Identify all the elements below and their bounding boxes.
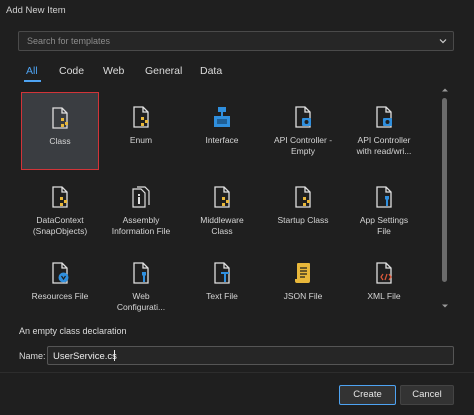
title-bar: Add New Item	[0, 0, 474, 22]
template-assembly-information[interactable]: Assembly Information File	[102, 172, 180, 250]
class-file-icon	[52, 107, 68, 129]
template-datacontext[interactable]: DataContext (SnapObjects)	[21, 172, 99, 250]
template-api-controller-read-write[interactable]: API Controller with read/wri...	[345, 92, 423, 170]
window-title: Add New Item	[6, 5, 66, 16]
template-label: Resources File	[31, 291, 89, 301]
template-label: Interface	[205, 135, 239, 145]
search-box[interactable]: Search for templates	[18, 31, 454, 51]
tab-web[interactable]: Web	[103, 65, 124, 77]
template-enum[interactable]: Enum	[102, 92, 180, 170]
tab-label: All	[26, 65, 38, 77]
middleware-class-icon	[214, 186, 230, 208]
template-label: App Settings File	[359, 215, 409, 236]
template-middleware-class[interactable]: Middleware Class	[183, 172, 261, 250]
datacontext-file-icon	[52, 186, 68, 208]
chevron-down-icon[interactable]	[437, 35, 449, 47]
api-controller-icon	[295, 106, 311, 128]
cancel-button[interactable]: Cancel	[400, 385, 454, 405]
template-label: Text File	[206, 291, 238, 301]
template-grid: Class Enum Interface API Controller - Em…	[13, 86, 445, 312]
template-description: An empty class declaration	[19, 326, 127, 336]
template-web-configuration[interactable]: Web Configurati...	[102, 248, 180, 312]
startup-class-icon	[295, 186, 311, 208]
name-field-value[interactable]: UserService.cs	[53, 350, 117, 362]
app-settings-icon	[376, 186, 392, 208]
enum-file-icon	[133, 106, 149, 128]
footer-divider	[0, 372, 474, 373]
template-app-settings[interactable]: App Settings File	[345, 172, 423, 250]
template-label: Startup Class	[277, 215, 329, 225]
name-field-text: UserService.cs	[53, 351, 117, 362]
template-label: Assembly Information File	[111, 215, 171, 236]
template-interface[interactable]: Interface	[183, 92, 261, 170]
text-file-icon	[214, 262, 230, 284]
assembly-info-icon	[132, 186, 150, 208]
template-label: Middleware Class	[200, 215, 244, 236]
template-label: API Controller - Empty	[273, 135, 333, 156]
template-xml-file[interactable]: XML File	[345, 248, 423, 312]
scroll-down-icon[interactable]	[441, 302, 449, 310]
template-label: Web Configurati...	[116, 291, 166, 312]
tab-data[interactable]: Data	[200, 65, 222, 77]
template-startup-class[interactable]: Startup Class	[264, 172, 342, 250]
tab-code[interactable]: Code	[59, 65, 84, 77]
active-tab-indicator	[24, 80, 41, 82]
template-label: DataContext (SnapObjects)	[32, 215, 88, 236]
template-class[interactable]: Class	[21, 92, 99, 170]
tab-all[interactable]: All	[24, 65, 41, 82]
create-button[interactable]: Create	[339, 385, 396, 405]
template-label: XML File	[367, 291, 401, 301]
template-resources-file[interactable]: Resources File	[21, 248, 99, 312]
name-field[interactable]: UserService.cs	[47, 346, 454, 365]
xml-file-icon	[376, 262, 392, 284]
template-label: JSON File	[283, 291, 323, 301]
name-label: Name:	[19, 351, 46, 361]
tab-general[interactable]: General	[145, 65, 182, 77]
template-label: Enum	[129, 135, 153, 145]
search-input[interactable]: Search for templates	[27, 36, 110, 46]
template-label: Class	[49, 136, 71, 146]
json-file-icon	[295, 263, 310, 283]
text-caret	[113, 350, 115, 361]
template-json-file[interactable]: JSON File	[264, 248, 342, 312]
template-api-controller-empty[interactable]: API Controller - Empty	[264, 92, 342, 170]
template-scrollbar[interactable]	[440, 86, 450, 312]
resources-file-icon	[52, 262, 69, 284]
api-controller-rw-icon	[376, 106, 392, 128]
template-label: API Controller with read/wri...	[356, 135, 412, 156]
template-text-file[interactable]: Text File	[183, 248, 261, 312]
web-config-icon	[133, 262, 149, 284]
scrollbar-thumb[interactable]	[442, 98, 447, 282]
scroll-up-icon[interactable]	[441, 86, 449, 94]
interface-icon	[214, 107, 230, 127]
